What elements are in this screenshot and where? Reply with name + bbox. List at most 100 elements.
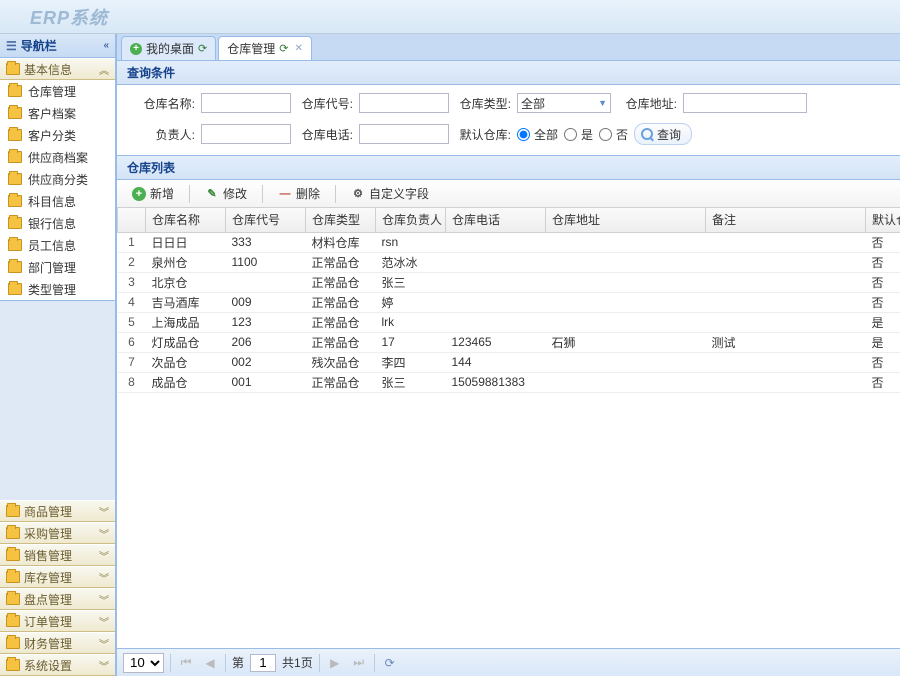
folder-icon (8, 85, 22, 97)
radio-no[interactable]: 否 (599, 126, 628, 143)
accordion-purchase[interactable]: 采购管理︾ (0, 522, 115, 544)
accordion-order[interactable]: 订单管理︾ (0, 610, 115, 632)
folder-icon (8, 107, 22, 119)
sidebar-item-supplier-archive[interactable]: 供应商档案 (0, 146, 115, 168)
page-label: 第 (232, 654, 244, 671)
edit-button[interactable]: ✎修改 (196, 183, 256, 205)
folder-icon (6, 659, 20, 671)
sidebar-item-supplier-category[interactable]: 供应商分类 (0, 168, 115, 190)
pager: 10 ⏮ ◀ 第 共1页 ▶ ⏭ ⟳ (117, 648, 900, 676)
table-row[interactable]: 1 日日日 333 材料仓库 rsn 否 (118, 232, 900, 252)
sidebar-item-employee[interactable]: 员工信息 (0, 234, 115, 256)
input-owner[interactable] (201, 124, 291, 144)
sidebar-item-bank[interactable]: 银行信息 (0, 212, 115, 234)
tab-bar: + 我的桌面 ⟳ 仓库管理 ⟳ ✕ (117, 34, 900, 61)
accordion-sales[interactable]: 销售管理︾ (0, 544, 115, 566)
accordion-goods[interactable]: 商品管理︾ (0, 500, 115, 522)
divider (335, 185, 336, 203)
table-row[interactable]: 8 成品仓 001 正常品仓 张三 15059881383 否 (118, 372, 900, 392)
refresh-button[interactable]: ⟳ (381, 654, 399, 672)
folder-icon (6, 505, 20, 517)
divider (262, 185, 263, 203)
chevron-down-icon: ︾ (99, 504, 109, 519)
total-pages: 共1页 (282, 654, 313, 671)
folder-icon (8, 239, 22, 251)
sidebar-item-type[interactable]: 类型管理 (0, 278, 115, 300)
table-row[interactable]: 5 上海成品 123 正常品仓 lrk 是 (118, 312, 900, 332)
tab-warehouse[interactable]: 仓库管理 ⟳ ✕ (218, 36, 312, 60)
input-warehouse-addr[interactable] (683, 93, 807, 113)
folder-icon (6, 63, 20, 75)
folder-icon (6, 637, 20, 649)
folder-icon (8, 195, 22, 207)
label-warehouse-code: 仓库代号: (297, 95, 353, 112)
col-code[interactable]: 仓库代号 (226, 208, 306, 232)
col-name[interactable]: 仓库名称 (146, 208, 226, 232)
sidebar-item-customer-category[interactable]: 客户分类 (0, 124, 115, 146)
accordion-basic-info[interactable]: 基本信息 ︽ (0, 58, 115, 80)
chevron-down-icon: ︾ (99, 614, 109, 629)
label-warehouse-addr: 仓库地址: (617, 95, 677, 112)
radio-all[interactable]: 全部 (517, 126, 558, 143)
sidebar-item-subject[interactable]: 科目信息 (0, 190, 115, 212)
custom-field-button[interactable]: ⚙自定义字段 (342, 183, 438, 205)
col-rownum[interactable] (118, 208, 146, 232)
accordion-finance[interactable]: 财务管理︾ (0, 632, 115, 654)
page-input[interactable] (250, 654, 276, 672)
accordion-label: 基本信息 (24, 61, 72, 78)
delete-button[interactable]: —删除 (269, 183, 329, 205)
page-size-select[interactable]: 10 (123, 653, 164, 673)
select-warehouse-type[interactable]: 全部 ▼ (517, 93, 611, 113)
chevron-down-icon: ︾ (99, 592, 109, 607)
table-row[interactable]: 3 北京仓 正常品仓 张三 否 (118, 272, 900, 292)
first-page-button[interactable]: ⏮ (177, 654, 195, 672)
radio-yes[interactable]: 是 (564, 126, 593, 143)
folder-icon (6, 615, 20, 627)
sidebar-item-warehouse[interactable]: 仓库管理 (0, 80, 115, 102)
chevron-down-icon: ︾ (99, 636, 109, 651)
sidebar-item-department[interactable]: 部门管理 (0, 256, 115, 278)
folder-icon (6, 571, 20, 583)
collapse-icon[interactable]: « (103, 40, 109, 51)
top-banner: ERP系统 (0, 0, 900, 34)
accordion-check[interactable]: 盘点管理︾ (0, 588, 115, 610)
col-addr[interactable]: 仓库地址 (546, 208, 706, 232)
col-type[interactable]: 仓库类型 (306, 208, 376, 232)
last-page-button[interactable]: ⏭ (350, 654, 368, 672)
table-header-row: 仓库名称 仓库代号 仓库类型 仓库负责人 仓库电话 仓库地址 备注 默认仓库 (118, 208, 900, 232)
next-page-button[interactable]: ▶ (326, 654, 344, 672)
prev-page-button[interactable]: ◀ (201, 654, 219, 672)
sidebar-item-customer-archive[interactable]: 客户档案 (0, 102, 115, 124)
list-panel-title: 仓库列表 (117, 156, 900, 180)
search-button[interactable]: 查询 (634, 123, 692, 145)
col-owner[interactable]: 仓库负责人 (376, 208, 446, 232)
chevron-down-icon: ︾ (99, 548, 109, 563)
minus-icon: — (278, 187, 292, 201)
query-form: 仓库名称: 仓库代号: 仓库类型: 全部 ▼ 仓库地址: 负责人: (117, 85, 900, 156)
table-row[interactable]: 4 吉马酒库 009 正常品仓 婷 否 (118, 292, 900, 312)
refresh-icon[interactable]: ⟳ (198, 42, 207, 55)
close-icon[interactable]: ✕ (294, 43, 302, 54)
label-owner: 负责人: (139, 126, 195, 143)
input-phone[interactable] (359, 124, 449, 144)
search-icon (641, 128, 653, 140)
table-row[interactable]: 6 灯成品仓 206 正常品仓 17 123465 石狮 测试 是 (118, 332, 900, 352)
input-warehouse-name[interactable] (201, 93, 291, 113)
accordion-system[interactable]: 系统设置︾ (0, 654, 115, 676)
col-default[interactable]: 默认仓库 (866, 208, 900, 232)
folder-icon (6, 593, 20, 605)
refresh-icon[interactable]: ⟳ (279, 42, 288, 55)
col-phone[interactable]: 仓库电话 (446, 208, 546, 232)
query-panel-title: 查询条件 (117, 61, 900, 85)
data-grid[interactable]: 仓库名称 仓库代号 仓库类型 仓库负责人 仓库电话 仓库地址 备注 默认仓库 1… (117, 208, 900, 648)
table-row[interactable]: 7 次品仓 002 残次品仓 李四 144 否 (118, 352, 900, 372)
accordion-stock[interactable]: 库存管理︾ (0, 566, 115, 588)
gear-icon: ⚙ (351, 187, 365, 201)
tab-desktop[interactable]: + 我的桌面 ⟳ (121, 36, 216, 60)
input-warehouse-code[interactable] (359, 93, 449, 113)
plus-icon: + (132, 187, 146, 201)
col-note[interactable]: 备注 (706, 208, 866, 232)
folder-icon (8, 283, 22, 295)
add-button[interactable]: +新增 (123, 183, 183, 205)
table-row[interactable]: 2 泉州仓 1100 正常品仓 范冰冰 否 (118, 252, 900, 272)
